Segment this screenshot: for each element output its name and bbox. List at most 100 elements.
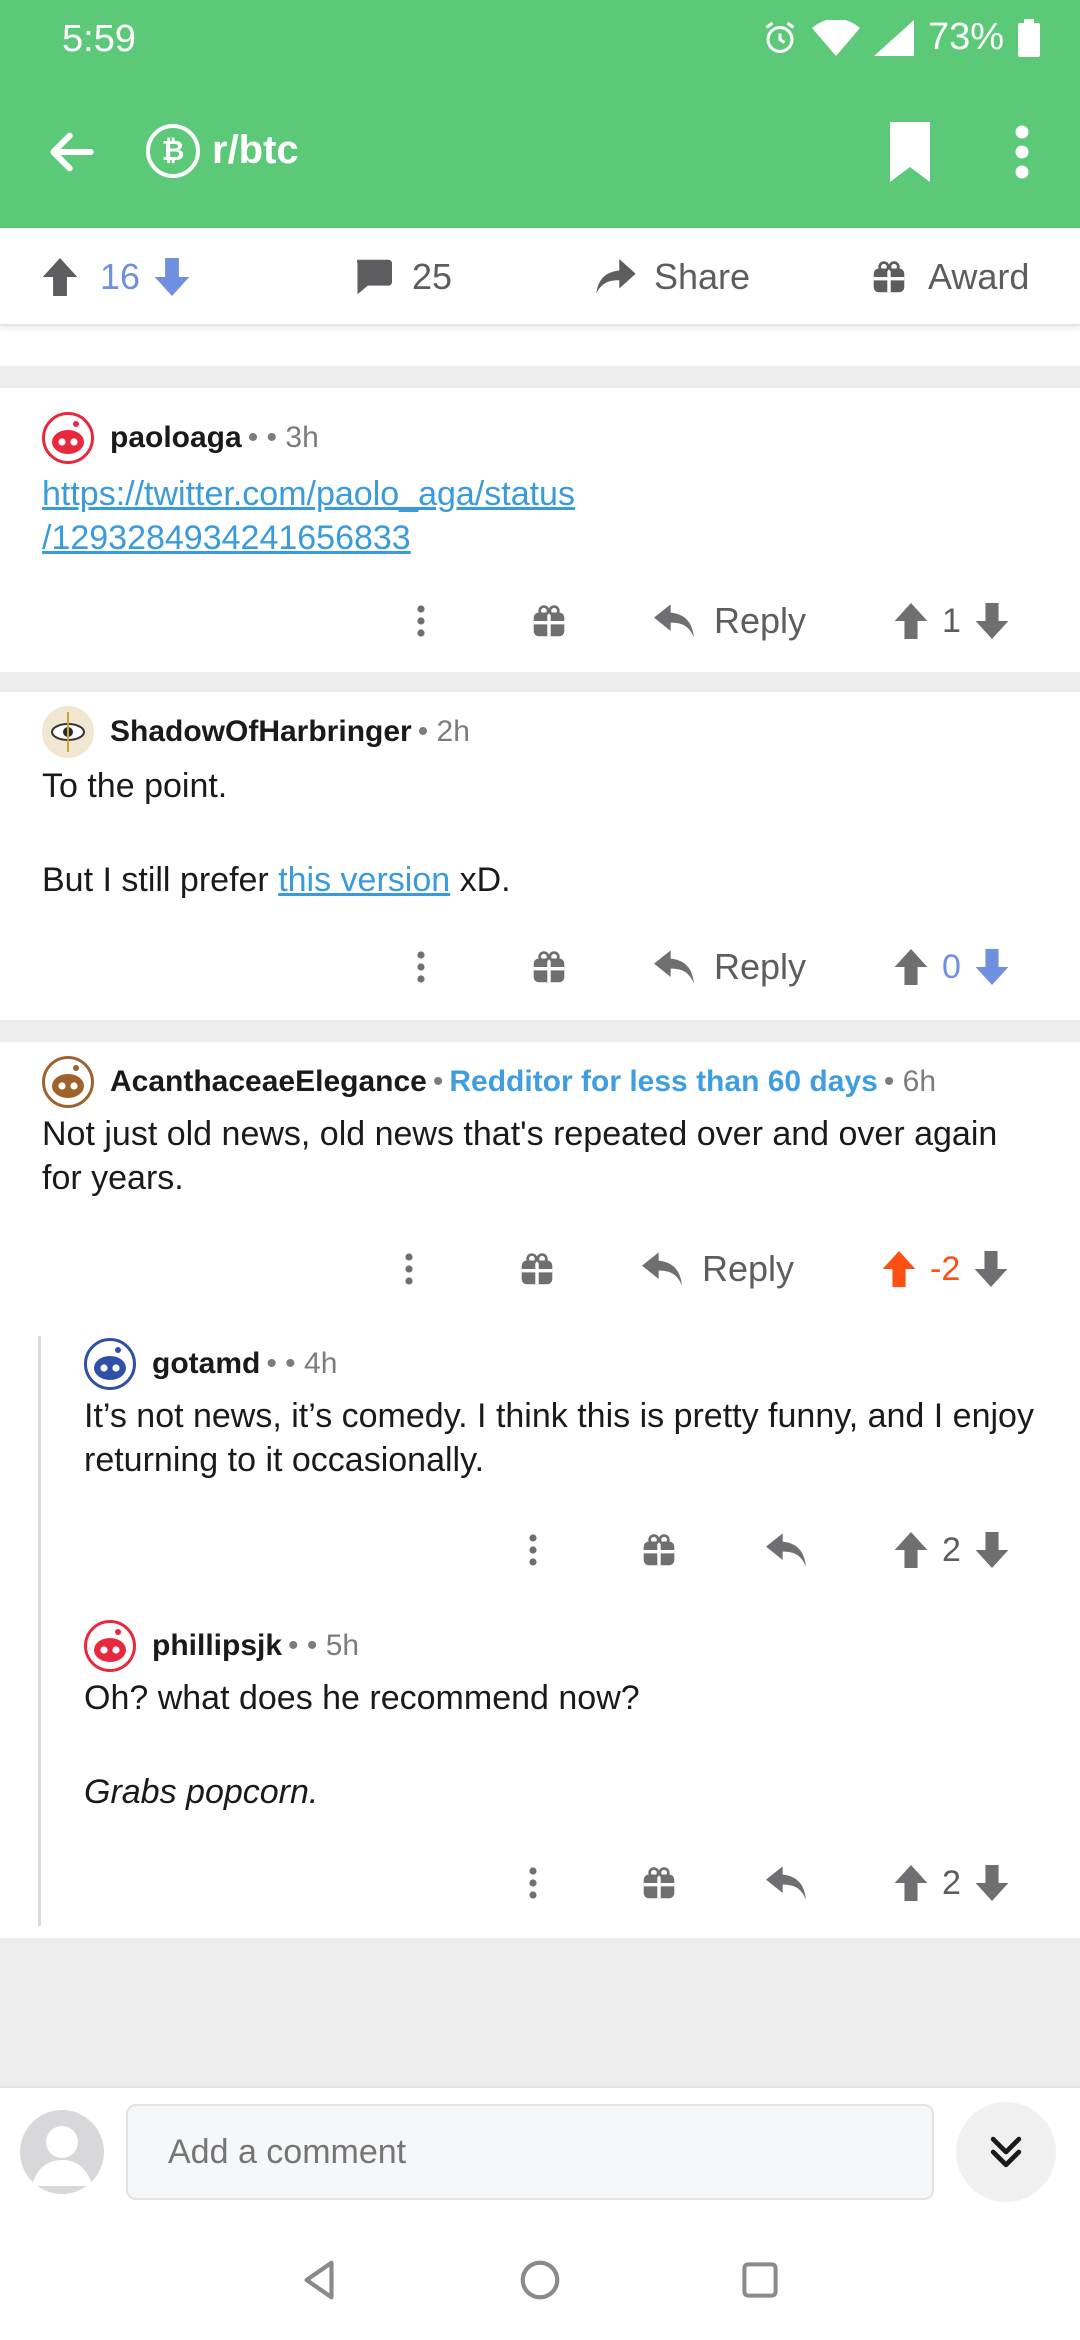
comment-award-button[interactable] <box>520 1239 554 1299</box>
comment-meta: • 6h <box>883 1065 937 1098</box>
post-share-button[interactable]: Share <box>596 228 750 326</box>
recents-square-icon <box>742 2262 778 2298</box>
award-label: Award <box>928 256 1030 297</box>
comment-meta: • • 3h <box>247 421 319 454</box>
upvote-icon[interactable] <box>894 1865 928 1901</box>
comment-actions: Reply 1 <box>0 591 1080 651</box>
upvote-icon[interactable] <box>894 949 928 985</box>
comment-author[interactable]: ShadowOfHarbringer <box>110 715 412 749</box>
award-gift-icon <box>643 1867 675 1899</box>
comment-meta: • • 4h <box>266 1347 338 1380</box>
wifi-icon <box>811 19 860 56</box>
upvote-icon[interactable] <box>894 603 928 639</box>
post-comments-button[interactable]: 25 <box>354 228 452 326</box>
version-link[interactable]: this version <box>278 861 450 899</box>
user-avatar[interactable] <box>42 706 94 758</box>
thread-line[interactable] <box>38 1336 41 1926</box>
downvote-icon[interactable] <box>974 1251 1008 1287</box>
more-vertical-icon <box>417 605 425 637</box>
comment-more-button[interactable] <box>526 1853 540 1913</box>
share-icon <box>596 259 636 294</box>
reply-body-phillipsjk: Oh? what does he recommend now? Grabs po… <box>84 1676 1034 1814</box>
more-options-icon[interactable] <box>1004 122 1040 182</box>
subreddit-name[interactable]: r/btc <box>212 128 299 173</box>
comment-author[interactable]: AcanthaceaeElegance <box>110 1065 427 1099</box>
award-gift-icon <box>533 951 565 983</box>
comment-shadowofharbringer: ShadowOfHarbringer • 2h To the point. Bu… <box>0 692 1080 1020</box>
tweet-link[interactable]: https://twitter.com/paolo_aga/status/129… <box>42 475 575 557</box>
header-row: ₿ r/btc <box>0 114 1080 190</box>
comment-award-button[interactable] <box>532 937 566 997</box>
subreddit-icon: ₿ <box>146 124 200 178</box>
back-arrow-icon[interactable] <box>44 124 100 180</box>
comment-award-button[interactable] <box>532 591 566 651</box>
share-label: Share <box>654 256 751 297</box>
comments-list: paoloaga • • 3h https://twitter.com/paol… <box>0 326 1080 2086</box>
user-avatar[interactable] <box>84 1620 136 1672</box>
comment-text: xD. <box>450 861 511 899</box>
back-triangle-icon <box>304 2260 334 2300</box>
comment-more-button[interactable] <box>414 591 428 651</box>
post-award-button[interactable]: Award <box>872 228 1029 326</box>
user-avatar[interactable] <box>42 412 94 464</box>
comment-reply-button[interactable] <box>766 1853 806 1913</box>
comment-more-button[interactable] <box>526 1520 540 1580</box>
upvote-icon[interactable] <box>894 1532 928 1568</box>
comment-icon <box>356 259 392 295</box>
upvote-icon[interactable] <box>882 1251 916 1287</box>
downvote-icon[interactable] <box>975 1532 1009 1568</box>
comment-meta: • 2h <box>417 715 470 748</box>
comment-award-button[interactable] <box>642 1520 676 1580</box>
bookmark-icon[interactable] <box>884 122 936 182</box>
comment-author[interactable]: paoloaga <box>110 421 242 455</box>
comment-acanthaceaeelegance: AcanthaceaeElegance • Redditor for less … <box>0 1042 1080 1938</box>
reply-actions: 2 <box>0 1520 1080 1580</box>
snoo-avatar-icon <box>94 1347 126 1380</box>
system-navigation-bar <box>0 2220 1080 2340</box>
screen: 5:59 73% ₿ r/btc 16 25 Share Award paolo… <box>0 0 1080 2340</box>
comment-reply-button[interactable]: Reply <box>654 591 806 651</box>
more-vertical-icon <box>529 1867 537 1899</box>
comment-vote: 2 <box>894 1520 1009 1580</box>
status-time: 5:59 <box>62 18 136 60</box>
nav-back-button[interactable] <box>290 2250 350 2310</box>
battery-percent: 73% <box>927 16 1004 58</box>
award-gift-icon <box>533 605 565 637</box>
comment-body: To the point. But I still prefer this ve… <box>42 764 1034 902</box>
comment-line: Oh? what does he recommend now? <box>84 1679 640 1717</box>
user-avatar[interactable] <box>84 1338 136 1390</box>
reply-actions: 2 <box>0 1853 1080 1913</box>
comment-reply-button[interactable] <box>766 1520 806 1580</box>
comment-award-button[interactable] <box>642 1853 676 1913</box>
comment-more-button[interactable] <box>402 1239 416 1299</box>
comment-score: 0 <box>942 947 961 986</box>
my-avatar[interactable] <box>20 2110 104 2194</box>
downvote-icon[interactable] <box>154 258 190 296</box>
comment-more-button[interactable] <box>414 937 428 997</box>
post-comment-count: 25 <box>412 256 453 297</box>
eye-avatar-icon <box>51 712 85 752</box>
comment-author[interactable]: gotamd <box>152 1347 260 1381</box>
reply-icon <box>654 950 694 984</box>
comment-score: 2 <box>942 1530 961 1569</box>
user-avatar[interactable] <box>42 1056 94 1108</box>
downvote-icon[interactable] <box>975 1865 1009 1901</box>
nav-recents-button[interactable] <box>730 2250 790 2310</box>
downvote-icon[interactable] <box>975 603 1009 639</box>
add-comment-input[interactable] <box>126 2104 934 2200</box>
comment-reply-button[interactable]: Reply <box>654 937 806 997</box>
reply-label: Reply <box>714 946 807 987</box>
previous-comment-cutoff <box>0 326 1080 366</box>
default-user-icon <box>32 2126 92 2186</box>
upvote-icon[interactable] <box>42 258 78 296</box>
downvote-icon[interactable] <box>975 949 1009 985</box>
comment-paoloaga: paoloaga • • 3h https://twitter.com/paol… <box>0 388 1080 672</box>
jump-to-next-button[interactable] <box>956 2102 1056 2202</box>
reply-label: Reply <box>714 600 807 641</box>
more-vertical-icon <box>417 951 425 983</box>
award-gift-icon <box>521 1253 553 1285</box>
comment-reply-button[interactable]: Reply <box>642 1239 794 1299</box>
comment-body: https://twitter.com/paolo_aga/status/129… <box>42 472 1034 560</box>
nav-home-button[interactable] <box>510 2250 570 2310</box>
comment-author[interactable]: phillipsjk <box>152 1629 282 1663</box>
